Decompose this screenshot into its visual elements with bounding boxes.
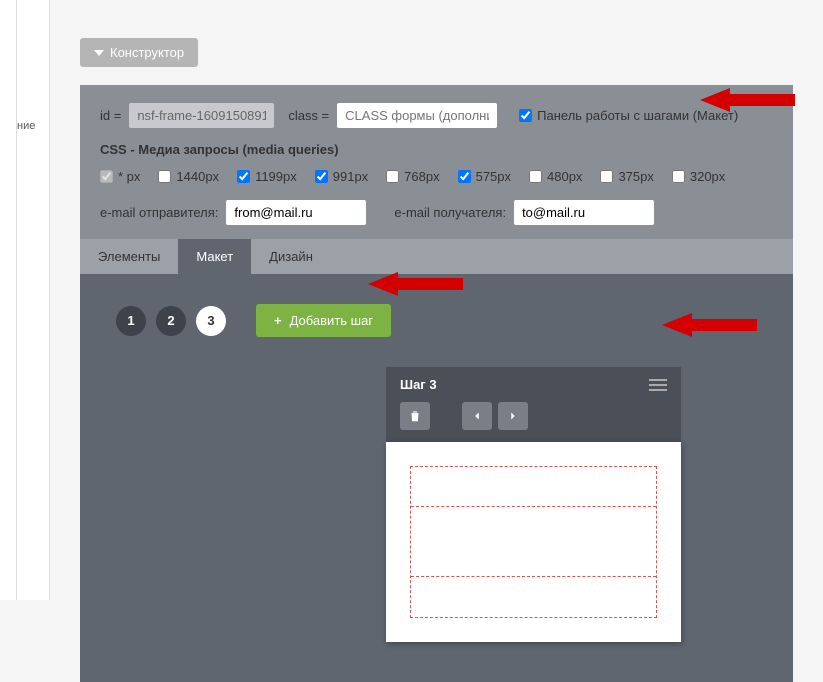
sidebar-text-fragment: ние [17,120,35,132]
media-query-label: 375px [618,169,653,184]
steps-panel-checkbox[interactable] [519,109,532,122]
tab-layout[interactable]: Макет [178,239,251,274]
step-circle-1[interactable]: 1 [116,306,146,336]
constructor-dropdown-button[interactable]: Конструктор [80,38,198,67]
media-query-option: 991px [315,169,368,184]
media-query-label: 1440px [176,169,219,184]
prev-step-button[interactable] [462,402,492,430]
media-query-option: 480px [529,169,582,184]
media-query-checkbox[interactable] [458,170,471,183]
settings-panel: id = class = Панель работы с шагами (Мак… [80,85,793,682]
media-query-checkbox[interactable] [600,170,613,183]
media-query-label: 320px [690,169,725,184]
step-title: Шаг 3 [400,377,437,392]
media-query-option: 1440px [158,169,219,184]
arrow-right-icon [506,409,520,423]
step-canvas[interactable] [386,442,681,642]
media-query-label: 991px [333,169,368,184]
step-circle-2[interactable]: 2 [156,306,186,336]
next-step-button[interactable] [498,402,528,430]
media-query-option: * px [100,169,140,184]
step-circles: 123 [116,306,226,336]
layout-row[interactable] [411,577,656,617]
hamburger-icon[interactable] [649,379,667,391]
media-query-label: 768px [404,169,439,184]
add-step-button[interactable]: + Добавить шаг [256,304,391,337]
layout-row[interactable] [411,507,656,577]
layout-workspace: 123 + Добавить шаг Шаг 3 [80,274,793,682]
media-query-checkbox[interactable] [529,170,542,183]
media-query-label: 575px [476,169,511,184]
plus-icon: + [274,313,282,328]
steps-panel-label: Панель работы с шагами (Макет) [537,108,738,123]
arrow-left-icon [470,409,484,423]
media-query-option: 768px [386,169,439,184]
step-toolbar [386,402,681,442]
recipient-email-label: e-mail получателя: [394,205,506,220]
tab-elements[interactable]: Элементы [80,239,178,274]
class-label: class = [288,108,329,123]
media-query-label: 1199px [255,169,297,184]
media-queries-title: CSS - Медиа запросы (media queries) [100,142,773,157]
media-query-checkbox[interactable] [386,170,399,183]
layout-row[interactable] [411,467,656,507]
media-query-option: 375px [600,169,653,184]
media-query-label: 480px [547,169,582,184]
media-query-checkbox[interactable] [237,170,250,183]
step-circle-3[interactable]: 3 [196,306,226,336]
media-query-checkbox[interactable] [158,170,171,183]
recipient-email-input[interactable] [514,200,654,225]
sender-email-label: e-mail отправителя: [100,205,218,220]
id-input[interactable] [129,103,274,128]
tabs: Элементы Макет Дизайн [80,239,793,274]
media-query-label: * px [118,169,140,184]
media-queries-row: * px 1440px 1199px 991px 768px 575px 480px 375p… [100,169,773,184]
delete-button[interactable] [400,402,430,430]
media-query-option: 575px [458,169,511,184]
media-query-checkbox[interactable] [100,170,113,183]
add-step-label: Добавить шаг [290,313,373,328]
class-input[interactable] [337,103,497,128]
media-query-option: 1199px [237,169,297,184]
step-header: Шаг 3 [386,367,681,402]
sender-email-input[interactable] [226,200,366,225]
tab-design[interactable]: Дизайн [251,239,331,274]
constructor-label: Конструктор [110,45,184,60]
chevron-down-icon [94,50,104,56]
id-label: id = [100,108,121,123]
form-layout-grid[interactable] [410,466,657,618]
media-query-option: 320px [672,169,725,184]
media-query-checkbox[interactable] [315,170,328,183]
trash-icon [408,409,422,423]
media-query-checkbox[interactable] [672,170,685,183]
